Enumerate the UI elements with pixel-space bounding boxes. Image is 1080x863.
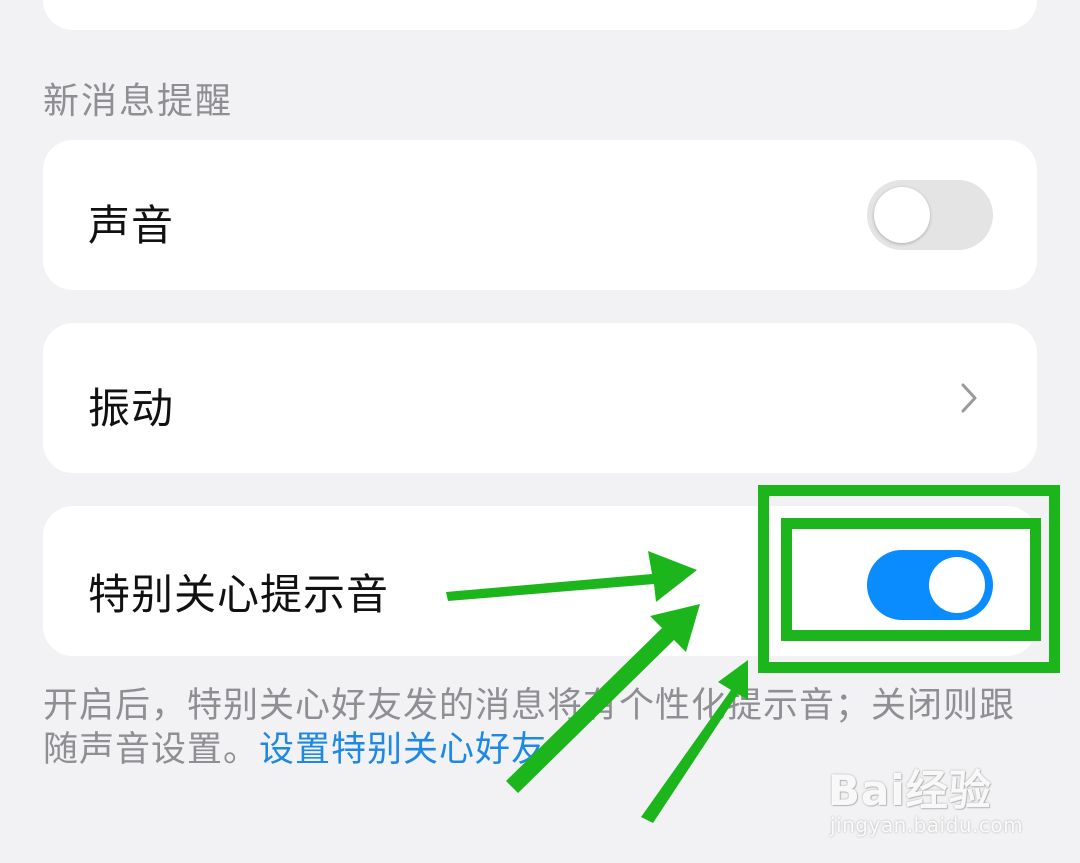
- previous-settings-card: [43, 0, 1037, 30]
- vibration-label: 振动: [88, 384, 175, 433]
- watermark-url: jingyan.baidu.com: [830, 813, 1024, 837]
- set-special-care-friends-link[interactable]: 设置特别关心好友: [259, 730, 547, 770]
- toggle-knob: [874, 187, 930, 243]
- special-care-description: 开启后，特别关心好友发的消息将有个性化提示音；关闭则跟随声音设置。设置特别关心好…: [43, 684, 1043, 772]
- vibration-setting-row[interactable]: 振动: [43, 323, 1037, 473]
- sound-label: 声音: [88, 201, 175, 250]
- special-care-tone-label: 特别关心提示音: [88, 570, 390, 619]
- section-title: 新消息提醒: [43, 81, 234, 122]
- sound-toggle[interactable]: [867, 180, 993, 250]
- chevron-right-icon: [961, 383, 977, 413]
- sound-setting-row: 声音: [43, 140, 1037, 290]
- annotation-highlight-inner: [781, 518, 1041, 641]
